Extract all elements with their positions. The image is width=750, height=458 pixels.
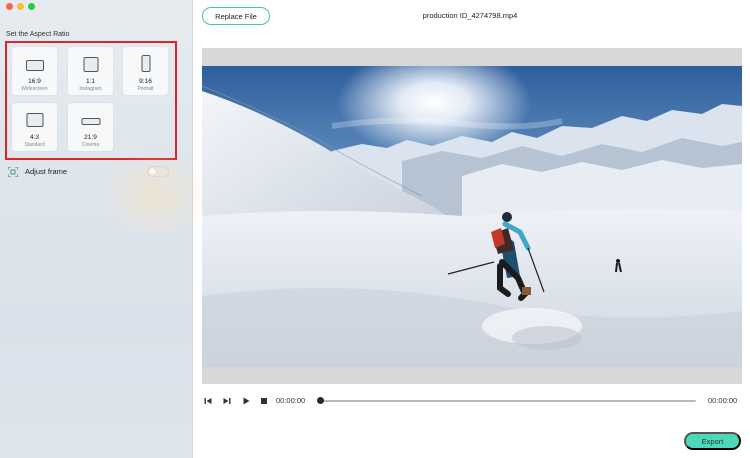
ratio-option-4-3[interactable]: 4:3 Standard (12, 103, 57, 151)
adjust-frame-row: Adjust frame (8, 166, 170, 178)
current-time: 00:00:00 (276, 396, 306, 405)
widescreen-shape-icon (25, 60, 44, 71)
cinema-shape-icon (81, 118, 100, 125)
file-name: production ID_4274798.mp4 (422, 11, 518, 20)
standard-shape-icon (26, 113, 43, 127)
ratio-label: 21:9 (84, 134, 97, 141)
ratio-label: 9:16 (139, 78, 152, 85)
stop-icon[interactable] (259, 396, 269, 406)
adjust-frame-toggle[interactable] (147, 166, 169, 177)
maximize-window-button[interactable] (28, 3, 35, 10)
toggle-knob (149, 168, 156, 175)
step-back-icon[interactable] (203, 396, 213, 406)
ratio-option-21-9[interactable]: 21:9 Cinema (68, 103, 113, 151)
export-button[interactable]: Export (684, 432, 741, 450)
square-shape-icon (83, 57, 98, 72)
total-time: 00:00:00 (708, 396, 738, 405)
progress-track[interactable] (320, 400, 696, 402)
minimize-window-button[interactable] (17, 3, 24, 10)
step-forward-icon[interactable] (222, 396, 232, 406)
close-window-button[interactable] (6, 3, 13, 10)
ratio-sublabel: Widescreen (21, 86, 48, 92)
ratio-sublabel: Portrait (137, 86, 154, 92)
ratio-label: 16:9 (28, 78, 41, 85)
ratio-sublabel: Instagram (79, 86, 102, 92)
window-controls (6, 3, 35, 10)
ratio-label: 4:3 (29, 134, 40, 141)
portrait-shape-icon (141, 55, 150, 72)
progress-thumb[interactable] (317, 397, 324, 404)
ratio-sublabel: Cinema (81, 142, 100, 148)
aspect-ratio-title: Set the Aspect Ratio (6, 31, 70, 38)
sidebar: Set the Aspect Ratio 16:9 Widescreen 1:1… (0, 0, 210, 458)
video-preview-area (202, 48, 742, 384)
crop-frame-icon (8, 167, 18, 177)
aspect-ratio-options: 16:9 Widescreen 1:1 Instagram 9:16 Portr… (5, 41, 177, 160)
ratio-label: 1:1 (85, 78, 96, 85)
adjust-frame-label: Adjust frame (25, 167, 68, 176)
ratio-option-9-16[interactable]: 9:16 Portrait (123, 47, 168, 95)
ratio-option-16-9[interactable]: 16:9 Widescreen (12, 47, 57, 95)
replace-file-button[interactable]: Replace File (202, 7, 270, 25)
ratio-option-1-1[interactable]: 1:1 Instagram (68, 47, 113, 95)
video-frame[interactable] (202, 66, 742, 367)
ratio-sublabel: Standard (24, 142, 45, 148)
playback-controls: 00:00:00 00:00:00 (202, 394, 742, 408)
play-icon[interactable] (241, 396, 251, 406)
video-still-image (202, 66, 742, 367)
